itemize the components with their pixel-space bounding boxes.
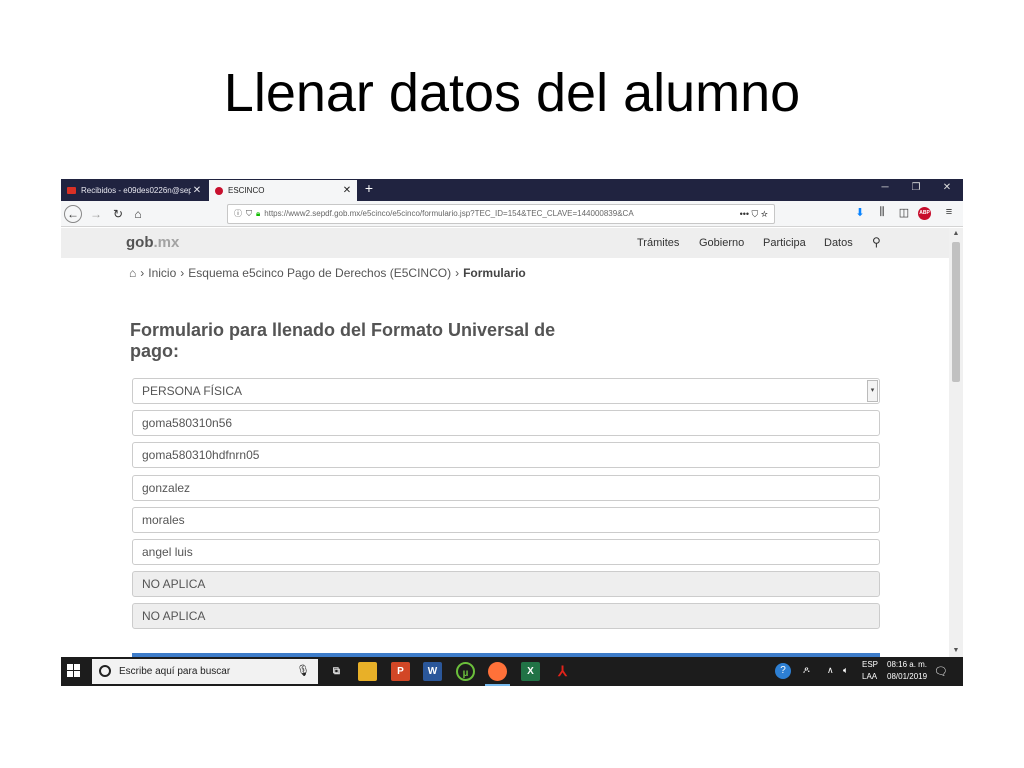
word-icon[interactable]: W [423, 662, 442, 681]
breadcrumb-esquema[interactable]: Esquema e5cinco Pago de Derechos (E5CINC… [188, 266, 451, 280]
language-code: ESP [862, 660, 879, 669]
reload-icon[interactable]: ↻ [109, 205, 127, 223]
url-bar[interactable]: ⓘ ⛉ 🔒︎ https://www2.sepdf.gob.mx/e5cinco/e5… [227, 204, 775, 224]
sidebar-icon[interactable]: ◫ [896, 206, 912, 219]
home-breadcrumb-icon[interactable]: ⌂ [129, 266, 136, 280]
gmail-icon [67, 186, 76, 194]
taskbar-search-box[interactable]: Escribe aquí para buscar 🎙︎ [92, 659, 318, 684]
clock-time: 08:16 a. m. [887, 660, 928, 669]
breadcrumb: ⌂ › Inicio › Esquema e5cinco Pago de Derecho… [129, 266, 526, 280]
curp-input[interactable]: goma580310hdfnrn05 [132, 442, 880, 468]
gob-mx-logo[interactable]: gob.mx [126, 234, 179, 251]
people-icon[interactable]: ዶ [803, 665, 810, 676]
download-icon[interactable]: ⬇ [852, 206, 868, 219]
scroll-down-icon[interactable]: ▼ [949, 645, 963, 657]
home-icon[interactable]: ⌂ [129, 205, 147, 223]
close-tab-icon[interactable]: ✕ [341, 185, 353, 196]
chevron-down-icon[interactable]: ▾ [867, 380, 878, 402]
url-host: https://www2.sepdf.gob.mx [264, 209, 361, 218]
info-icon[interactable]: ⓘ [234, 209, 242, 218]
close-tab-icon[interactable]: ✕ [191, 185, 203, 196]
chevron-up-icon[interactable]: ∧ [827, 665, 834, 676]
minimize-icon[interactable]: ─ [877, 182, 893, 193]
clock-date: 08/01/2019 [887, 672, 928, 681]
volume-icon[interactable]: 🔈︎ [843, 665, 848, 676]
page-content: gob.mx Trámites Gobierno Participa Datos… [61, 228, 949, 657]
menu-icon[interactable]: ≡ [941, 206, 957, 218]
nav-tramites[interactable]: Trámites [637, 237, 679, 249]
nav-datos[interactable]: Datos [824, 237, 853, 249]
new-tab-button[interactable]: + [361, 180, 377, 196]
apellido-paterno-input[interactable]: gonzalez [132, 475, 880, 501]
tab-label: Recibidos - e09des0226n@sepd [81, 185, 191, 195]
powerpoint-icon[interactable]: P [391, 662, 410, 681]
cortana-icon [99, 665, 111, 677]
firefox-icon[interactable] [488, 662, 507, 681]
nombre-input[interactable]: angel luis [132, 539, 880, 565]
chevron-right-icon: › [140, 266, 145, 280]
file-explorer-icon[interactable] [358, 662, 377, 681]
page-actions-icon[interactable]: ••• ⛉ ☆ [735, 205, 768, 223]
site-favicon-icon [215, 186, 223, 195]
browser-screenshot: Recibidos - e09des0226n@sepd ✕ ESCINCO ✕… [61, 179, 963, 686]
chevron-right-icon: › [180, 266, 185, 280]
notifications-icon[interactable]: 🗨︎ [934, 665, 948, 678]
task-view-icon[interactable]: ⧉ [327, 662, 346, 681]
rfc-input[interactable]: goma580310n56 [132, 410, 880, 436]
keyboard-layout: LAA [862, 672, 878, 681]
form-title: Formulario para llenado del Formato Univ… [130, 320, 556, 361]
url-path: /e5cinco/e5cinco/formulario.jsp?TEC_ID=1… [360, 209, 634, 218]
utorrent-icon[interactable]: µ [456, 662, 475, 681]
site-header: gob.mx Trámites Gobierno Participa Datos… [61, 228, 949, 258]
page-scrollbar[interactable]: ▲ ▼ [949, 228, 963, 657]
apellido-materno-input[interactable]: morales [132, 507, 880, 533]
scroll-up-icon[interactable]: ▲ [949, 228, 963, 240]
lock-icon[interactable]: 🔒︎ [256, 209, 260, 218]
breadcrumb-current: Formulario [463, 266, 526, 280]
logo-main: gob [126, 234, 154, 251]
active-app-indicator [485, 684, 510, 686]
nav-gobierno[interactable]: Gobierno [699, 237, 744, 249]
chevron-right-icon: › [455, 266, 460, 280]
acrobat-icon[interactable]: ⅄ [553, 662, 572, 681]
excel-icon[interactable]: X [521, 662, 540, 681]
tab-label: ESCINCO [228, 186, 265, 195]
nav-participa[interactable]: Participa [763, 237, 806, 249]
disabled-field-2: NO APLICA [132, 603, 880, 629]
scroll-thumb[interactable] [952, 242, 960, 382]
back-icon[interactable]: ← [64, 205, 82, 223]
restore-icon[interactable]: ❐ [908, 182, 924, 193]
person-type-select[interactable]: PERSONA FÍSICA ▾ [132, 378, 880, 404]
logo-suffix: .mx [153, 234, 180, 251]
microphone-icon[interactable]: 🎙︎ [296, 659, 310, 684]
adblock-icon[interactable]: ABP [918, 207, 931, 220]
slide-title: Llenar datos del alumno [223, 63, 801, 123]
person-type-value: PERSONA FÍSICA [142, 384, 243, 398]
windows-taskbar: Escribe aquí para buscar 🎙︎ ⧉ P W µ X ⅄ … [61, 657, 963, 686]
shield-icon[interactable]: ⛉ [246, 209, 252, 218]
windows-start-icon[interactable] [67, 664, 81, 678]
tab-gmail[interactable]: Recibidos - e09des0226n@sepd ✕ [61, 179, 207, 201]
navigation-bar: ← → ↻ ⌂ ⓘ ⛉ 🔒︎ https://www2.sepdf.gob.mx/e5… [61, 201, 963, 227]
taskbar-clock[interactable]: 08:16 a. m. 08/01/2019 [887, 659, 927, 683]
language-indicator[interactable]: ESP LAA [862, 659, 878, 683]
search-icon[interactable]: ⚲ [872, 235, 881, 249]
close-window-icon[interactable]: ✕ [939, 182, 955, 193]
tab-escinco[interactable]: ESCINCO ✕ [209, 180, 357, 201]
disabled-field-1: NO APLICA [132, 571, 880, 597]
library-icon[interactable]: ⫼ [874, 206, 890, 219]
forward-icon[interactable]: → [87, 205, 105, 223]
help-icon[interactable]: ? [775, 663, 791, 679]
taskbar-search-placeholder: Escribe aquí para buscar [119, 666, 231, 677]
tab-bar: Recibidos - e09des0226n@sepd ✕ ESCINCO ✕… [61, 179, 963, 201]
breadcrumb-inicio[interactable]: Inicio [148, 266, 176, 280]
